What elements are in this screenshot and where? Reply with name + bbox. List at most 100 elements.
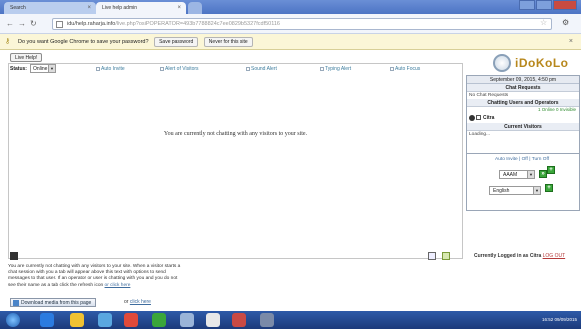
option-label: Auto Invite <box>101 66 125 72</box>
click-here-link[interactable]: or click here <box>105 283 131 288</box>
logout-link[interactable]: LOG OUT <box>543 253 566 259</box>
new-tab-button[interactable] <box>188 2 202 14</box>
logged-in-status: Currently Logged in as Citra LOG OUT <box>474 253 565 259</box>
status-value: Online <box>33 66 48 72</box>
checkbox-icon[interactable] <box>246 66 250 71</box>
operator-select-value: AAAM <box>503 172 518 178</box>
chat-toolbar: Status: Online ▼ Auto Invite Alert of Vi… <box>8 63 463 77</box>
key-icon: ⚷ <box>5 38 11 45</box>
reload-icon[interactable]: ↻ <box>30 19 37 29</box>
download-label: Download media from this page <box>21 300 92 306</box>
app-icon[interactable] <box>180 313 194 327</box>
start-button[interactable] <box>6 313 20 327</box>
option-auto-invite[interactable]: Auto Invite <box>96 66 125 72</box>
option-label: Auto Focus <box>395 66 421 72</box>
option-label: Typing Alert <box>325 66 352 72</box>
chat-main-panel <box>8 63 463 259</box>
media-icon[interactable] <box>98 313 112 327</box>
live-help-button[interactable]: Live Help! <box>10 53 43 62</box>
tab-label: Live help admin <box>102 5 138 11</box>
clock-time: 16:52 <box>541 317 554 322</box>
logo-ring-icon <box>493 54 511 72</box>
add-button[interactable]: + <box>547 166 555 174</box>
close-tab-icon[interactable]: × <box>87 2 91 14</box>
close-tab-icon[interactable]: × <box>177 2 181 14</box>
app-icon[interactable] <box>206 313 220 327</box>
operator-select[interactable]: AAAM ▼ <box>499 170 535 179</box>
maximize-button[interactable] <box>536 0 552 10</box>
forward-arrow-icon[interactable]: → <box>18 19 26 29</box>
refresh-hint: see their name as a tab click the refres… <box>8 283 238 289</box>
go-button[interactable]: » <box>539 170 547 178</box>
url-path: /live.php?osiPOPERATOR=493b7788824c7ee08… <box>115 21 280 27</box>
chrome-icon[interactable] <box>124 313 138 327</box>
app-icon[interactable] <box>232 313 246 327</box>
system-tray: 16:52 09/09/2015 <box>542 311 577 329</box>
language-select-value: English <box>493 188 510 194</box>
hint-text: see their name as a tab click the refres… <box>8 283 104 288</box>
operator-item[interactable]: Citra <box>467 113 579 123</box>
address-bar[interactable]: idu/help.raharja.info/live.php?osiPOPERA… <box>52 18 552 30</box>
tab-bar: Search × Live help admin × <box>0 0 581 14</box>
wrench-menu-icon[interactable]: ⚙ <box>562 18 569 27</box>
operator-name: Citra <box>483 115 495 121</box>
language-select[interactable]: English ▼ <box>489 186 541 195</box>
current-date: September 09, 2015, 4:50 pm <box>467 76 579 84</box>
status-select[interactable]: Online ▼ <box>30 64 56 73</box>
not-chatting-message: You are currently not chatting with any … <box>163 131 308 137</box>
bookmark-star-icon[interactable]: ☆ <box>540 18 547 27</box>
logo: iDoKoLo <box>493 52 575 76</box>
option-label: Sound Alert <box>251 66 277 72</box>
invite-panel: Auto Invite | Off | Turn Off AAAM ▼ » + … <box>466 153 580 211</box>
taskbar: 16:52 09/09/2015 <box>0 311 581 329</box>
logo-text: iDoKoLo <box>515 56 569 70</box>
chat-icon[interactable] <box>10 252 18 260</box>
chevron-down-icon: ▼ <box>48 65 55 72</box>
navigation-bar: ← → ↻ idu/help.raharja.info/live.php?osi… <box>0 14 581 34</box>
option-sound-alert[interactable]: Sound Alert <box>246 66 277 72</box>
download-icon <box>13 300 19 306</box>
tab-label: Search <box>10 5 26 11</box>
close-window-button[interactable] <box>553 0 577 10</box>
app-icon[interactable] <box>260 313 274 327</box>
visitors-header: Current Visitors <box>467 123 579 131</box>
auto-invite-links[interactable]: Auto Invite | Off | Turn Off <box>495 157 549 162</box>
option-auto-focus[interactable]: Auto Focus <box>390 66 420 72</box>
download-alt: or click here <box>124 299 151 305</box>
window-controls <box>519 0 577 10</box>
operators-header: Chatting Users and Operators <box>467 99 579 107</box>
close-infobar-icon[interactable]: × <box>569 34 573 50</box>
or-text: or <box>124 299 129 305</box>
folder-icon[interactable] <box>70 313 84 327</box>
sound-icon[interactable] <box>442 252 450 260</box>
chat-requests-text: No Chat Requests <box>469 93 509 98</box>
visitors-status: Loading... <box>469 132 491 137</box>
status-label: Status: <box>10 66 27 72</box>
app-icon[interactable] <box>152 313 166 327</box>
minimize-button[interactable] <box>519 0 535 10</box>
refresh-icon[interactable] <box>428 252 436 260</box>
alt-click-here-link[interactable]: click here <box>130 299 151 305</box>
url-host: idu/help.raharja.info <box>67 21 116 27</box>
help-info: You are currently not chatting with any … <box>8 264 238 289</box>
password-infobar: ⚷ Do you want Google Chrome to save your… <box>0 34 581 50</box>
checkbox-icon[interactable] <box>320 66 324 71</box>
infobar-message: Do you want Google Chrome to save your p… <box>18 39 149 45</box>
tab-live-help-admin[interactable]: Live help admin × <box>96 2 186 14</box>
back-arrow-icon[interactable]: ← <box>6 19 14 29</box>
checkbox-icon[interactable] <box>160 66 164 71</box>
checkbox-icon[interactable] <box>96 66 100 71</box>
option-alert-visitors[interactable]: Alert of Visitors <box>160 66 199 72</box>
logged-in-text: Currently Logged in as Citra <box>474 253 542 259</box>
checkbox-icon[interactable] <box>390 66 394 71</box>
translate-button[interactable]: + <box>545 184 553 192</box>
never-save-button[interactable]: Never for this site <box>203 36 253 47</box>
chat-requests-header: Chat Requests <box>467 84 579 92</box>
save-password-button[interactable]: Save password <box>154 36 199 47</box>
computer-icon <box>476 115 481 121</box>
clock-date: 09/09/2015 <box>554 317 577 322</box>
option-typing-alert[interactable]: Typing Alert <box>320 66 351 72</box>
download-media-button[interactable]: Download media from this page <box>10 298 97 307</box>
tab-search[interactable]: Search × <box>4 2 96 14</box>
ie-icon[interactable] <box>40 313 54 327</box>
